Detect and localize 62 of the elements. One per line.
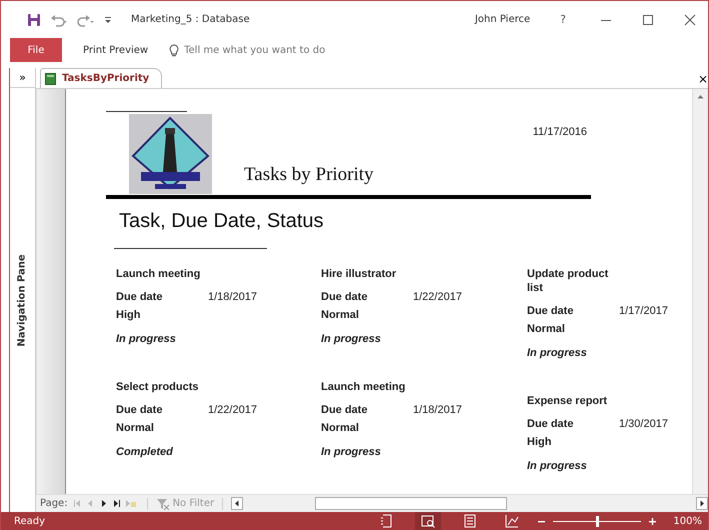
due-date-label: Due date: [527, 304, 574, 318]
page-label: Page:: [40, 498, 68, 509]
tell-me-search[interactable]: Tell me what you want to do: [169, 38, 354, 62]
window-title: Marketing_5 : Database: [131, 14, 250, 25]
due-date: 1/17/2017: [619, 304, 668, 318]
navigation-pane-label[interactable]: Navigation Pane: [17, 254, 28, 346]
customize-caret-icon[interactable]: [104, 14, 112, 24]
task-status: Completed: [116, 445, 174, 459]
task-name: Update product list: [527, 267, 610, 295]
scroll-thumb[interactable]: [315, 497, 508, 510]
close-tab-button[interactable]: ×: [698, 73, 708, 88]
priority: Normal: [527, 322, 566, 336]
due-date-label: Due date: [321, 290, 368, 304]
priority: High: [527, 435, 552, 449]
task-status: In progress: [116, 332, 177, 346]
task-name: Launch meeting: [321, 380, 406, 394]
due-date: 1/22/2017: [208, 403, 257, 417]
report-date: 11/17/2016: [532, 126, 587, 138]
task-name: Expense report: [527, 394, 608, 408]
redo-icon[interactable]: [77, 12, 95, 26]
due-date: 1/18/2017: [413, 403, 462, 417]
funnel-icon: [156, 498, 170, 510]
task-status: In progress: [527, 459, 588, 473]
task-name: Launch meeting: [116, 267, 202, 281]
due-date: 1/30/2017: [619, 417, 668, 431]
zoom-level[interactable]: 100%: [673, 516, 702, 526]
due-date-label: Due date: [116, 403, 164, 417]
slider-thumb[interactable]: [596, 516, 600, 526]
user-name[interactable]: John Pierce: [474, 14, 530, 25]
help-button[interactable]: ?: [560, 13, 566, 26]
report-subtitle: Task, Due Date, Status: [119, 209, 325, 233]
priority: Normal: [321, 421, 360, 435]
due-date-label: Due date: [116, 290, 164, 304]
priority: Normal: [116, 421, 155, 435]
task-status: In progress: [321, 332, 382, 346]
lightbulb-icon: [169, 44, 180, 56]
maximize-icon[interactable]: [642, 14, 654, 26]
document-tab[interactable]: TasksByPriority: [40, 68, 162, 88]
scroll-right-icon[interactable]: [696, 497, 708, 510]
close-icon[interactable]: [684, 14, 696, 26]
task-status: In progress: [527, 346, 588, 360]
horizontal-scrollbar[interactable]: [231, 496, 708, 511]
scroll-up-icon[interactable]: [697, 94, 704, 99]
task-name: Select products: [116, 380, 200, 394]
vertical-scrollbar[interactable]: [692, 89, 708, 494]
file-tab[interactable]: File: [10, 38, 62, 62]
due-date: 1/22/2017: [413, 290, 462, 304]
task-name: Hire illustrator: [321, 267, 398, 281]
due-date: 1/18/2017: [208, 290, 257, 304]
scroll-left-icon[interactable]: [231, 497, 244, 510]
priority: High: [116, 308, 142, 322]
task-status: In progress: [321, 445, 382, 459]
due-date-label: Due date: [527, 417, 574, 431]
report-icon: [45, 72, 56, 84]
status-text: Ready: [14, 516, 46, 526]
report-title: Tasks by Priority: [244, 164, 374, 186]
undo-icon[interactable]: [50, 12, 68, 26]
due-date-label: Due date: [321, 403, 368, 417]
zoom-in-icon[interactable]: [648, 516, 658, 526]
last-page-icon[interactable]: [112, 499, 121, 508]
print-preview-icon[interactable]: [415, 512, 442, 530]
priority: Normal: [321, 308, 360, 322]
